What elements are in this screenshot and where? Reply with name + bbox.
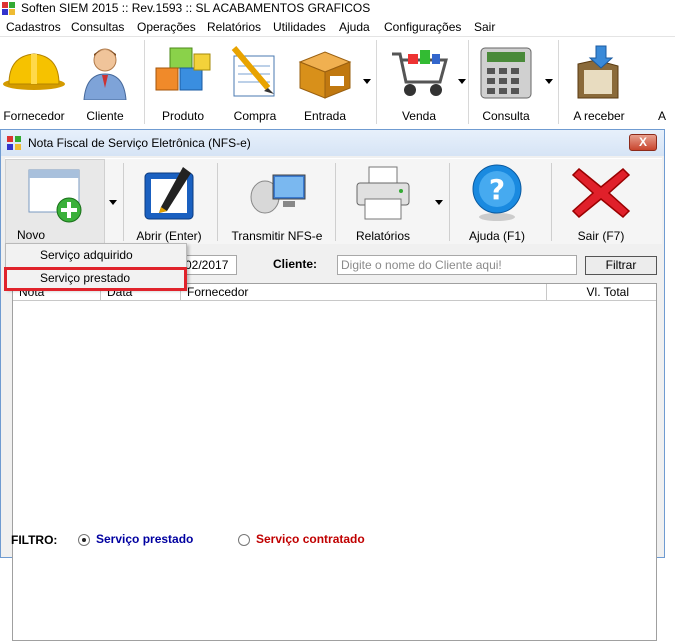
toolbar-separator xyxy=(376,40,377,124)
relatorios-label: Relatórios xyxy=(355,229,411,243)
filtrar-button[interactable]: Filtrar xyxy=(585,256,657,275)
transmitir-nfse-label: Transmitir NFS-e xyxy=(231,229,323,243)
main-toolbar: Fornecedor Cliente Produto Compra Entrad… xyxy=(0,38,675,126)
app-logo-icon xyxy=(7,136,21,150)
radio-label-servico-contratado[interactable]: Serviço contratado xyxy=(256,532,365,546)
help-icon: ? xyxy=(472,164,522,221)
novo-label: Novo xyxy=(16,228,45,242)
cliente-button[interactable]: Cliente xyxy=(70,38,140,126)
toolbar-separator xyxy=(449,163,450,241)
novo-dropdown-menu: Serviço adquirido Serviço prestado xyxy=(4,243,187,291)
calculator-icon xyxy=(480,47,532,99)
radio-servico-contratado[interactable] xyxy=(238,534,250,546)
close-x-icon xyxy=(571,167,631,219)
menu-consultas[interactable]: Consultas xyxy=(71,20,124,34)
new-window-icon xyxy=(28,169,82,223)
radio-selected-dot xyxy=(82,538,86,542)
notepad-pencil-icon xyxy=(231,46,275,97)
shopping-cart-icon xyxy=(392,50,448,96)
consulta-dropdown-icon[interactable] xyxy=(545,79,553,84)
cubes-icon xyxy=(155,47,211,91)
venda-button[interactable]: Venda xyxy=(382,38,456,126)
produto-button[interactable]: Produto xyxy=(148,38,218,126)
app-title-bar: Soften SIEM 2015 :: Rev.1593 :: SL ACABA… xyxy=(0,0,675,17)
abrir-button[interactable]: Abrir (Enter) xyxy=(127,159,211,245)
filtro-label: FILTRO: xyxy=(11,533,58,547)
relatorios-button[interactable]: Relatórios xyxy=(343,159,423,245)
cut-off-label: A xyxy=(658,109,667,123)
radio-servico-prestado[interactable] xyxy=(78,534,90,546)
highlight-box xyxy=(4,267,187,291)
menu-relatorios[interactable]: Relatórios xyxy=(207,20,261,34)
fornecedor-label: Fornecedor xyxy=(3,109,65,123)
a-receber-label: A receber xyxy=(573,109,625,123)
toolbar-separator xyxy=(468,40,469,124)
novo-dropdown-icon[interactable] xyxy=(109,200,117,205)
date-field[interactable]: 02/2017 xyxy=(181,255,237,275)
compra-button[interactable]: Compra xyxy=(220,38,290,126)
nfse-window: Nota Fiscal de Serviço Eletrônica (NFS-e… xyxy=(0,129,665,641)
compra-label: Compra xyxy=(233,109,277,123)
close-button[interactable]: X xyxy=(629,134,657,151)
abrir-label: Abrir (Enter) xyxy=(136,229,202,243)
hard-hat-icon xyxy=(3,53,65,90)
venda-label: Venda xyxy=(401,109,437,123)
menu-ajuda[interactable]: Ajuda xyxy=(339,20,370,34)
menu-utilidades[interactable]: Utilidades xyxy=(273,20,326,34)
sair-label: Sair (F7) xyxy=(577,229,625,243)
printer-icon xyxy=(356,166,410,220)
sair-button[interactable]: Sair (F7) xyxy=(561,159,641,245)
entrada-label: Entrada xyxy=(303,109,347,123)
fornecedor-button[interactable]: Fornecedor xyxy=(0,38,68,126)
menu-cadastros[interactable]: Cadastros xyxy=(6,20,61,34)
menu-bar: Cadastros Consultas Operações Relatórios… xyxy=(0,17,675,37)
toolbar-separator xyxy=(558,40,559,124)
column-header-vl-total[interactable]: Vl. Total xyxy=(547,284,633,301)
nfse-title-bar: Nota Fiscal de Serviço Eletrônica (NFS-e… xyxy=(1,130,664,156)
person-icon xyxy=(83,48,127,100)
relatorios-dropdown-icon[interactable] xyxy=(435,200,443,205)
menu-operacoes[interactable]: Operações xyxy=(137,20,196,34)
app-logo-icon xyxy=(2,2,15,15)
radio-label-servico-prestado[interactable]: Serviço prestado xyxy=(96,532,193,546)
svg-text:?: ? xyxy=(489,173,505,206)
consulta-button[interactable]: Consulta xyxy=(472,38,540,126)
nfse-toolbar: Novo Abrir (Enter) Transmitir NFS-e Rela… xyxy=(5,158,662,245)
novo-button[interactable]: Novo xyxy=(5,159,105,245)
toolbar-separator xyxy=(551,163,552,241)
toolbar-separator xyxy=(217,163,218,241)
menu-sair[interactable]: Sair xyxy=(474,20,495,34)
produto-label: Produto xyxy=(161,109,205,123)
nfse-grid[interactable]: Nota Data Fornecedor Vl. Total xyxy=(12,283,657,641)
pen-edit-icon xyxy=(144,167,194,220)
cliente-label: Cliente: xyxy=(273,257,318,271)
cliente-label: Cliente xyxy=(86,109,124,123)
toolbar-separator xyxy=(335,163,336,241)
cliente-search-input[interactable]: Digite o nome do Cliente aqui! xyxy=(337,255,577,275)
ajuda-label: Ajuda (F1) xyxy=(468,229,526,243)
satellite-monitor-icon xyxy=(250,174,306,214)
a-receber-button[interactable]: A receber xyxy=(562,38,636,126)
filtro-bar: FILTRO: Serviço prestado Serviço contrat… xyxy=(1,530,664,557)
entrada-dropdown-icon[interactable] xyxy=(363,79,371,84)
ajuda-button[interactable]: ? Ajuda (F1) xyxy=(455,159,539,245)
column-header-fornecedor[interactable]: Fornecedor xyxy=(181,284,547,301)
toolbar-separator xyxy=(123,163,124,241)
box-icon xyxy=(298,51,352,99)
folder-arrow-icon xyxy=(577,45,619,99)
entrada-button[interactable]: Entrada xyxy=(292,38,358,126)
menu-item-servico-adquirido[interactable]: Serviço adquirido xyxy=(6,245,186,266)
nfse-title: Nota Fiscal de Serviço Eletrônica (NFS-e… xyxy=(28,136,251,150)
app-title: Soften SIEM 2015 :: Rev.1593 :: SL ACABA… xyxy=(21,1,371,15)
transmitir-nfse-button[interactable]: Transmitir NFS-e xyxy=(223,159,331,245)
cut-off-button[interactable]: A xyxy=(658,38,675,126)
menu-configuracoes[interactable]: Configurações xyxy=(384,20,461,34)
close-icon: X xyxy=(638,135,647,149)
venda-dropdown-icon[interactable] xyxy=(458,79,466,84)
consulta-label: Consulta xyxy=(482,109,530,123)
toolbar-separator xyxy=(144,40,145,124)
